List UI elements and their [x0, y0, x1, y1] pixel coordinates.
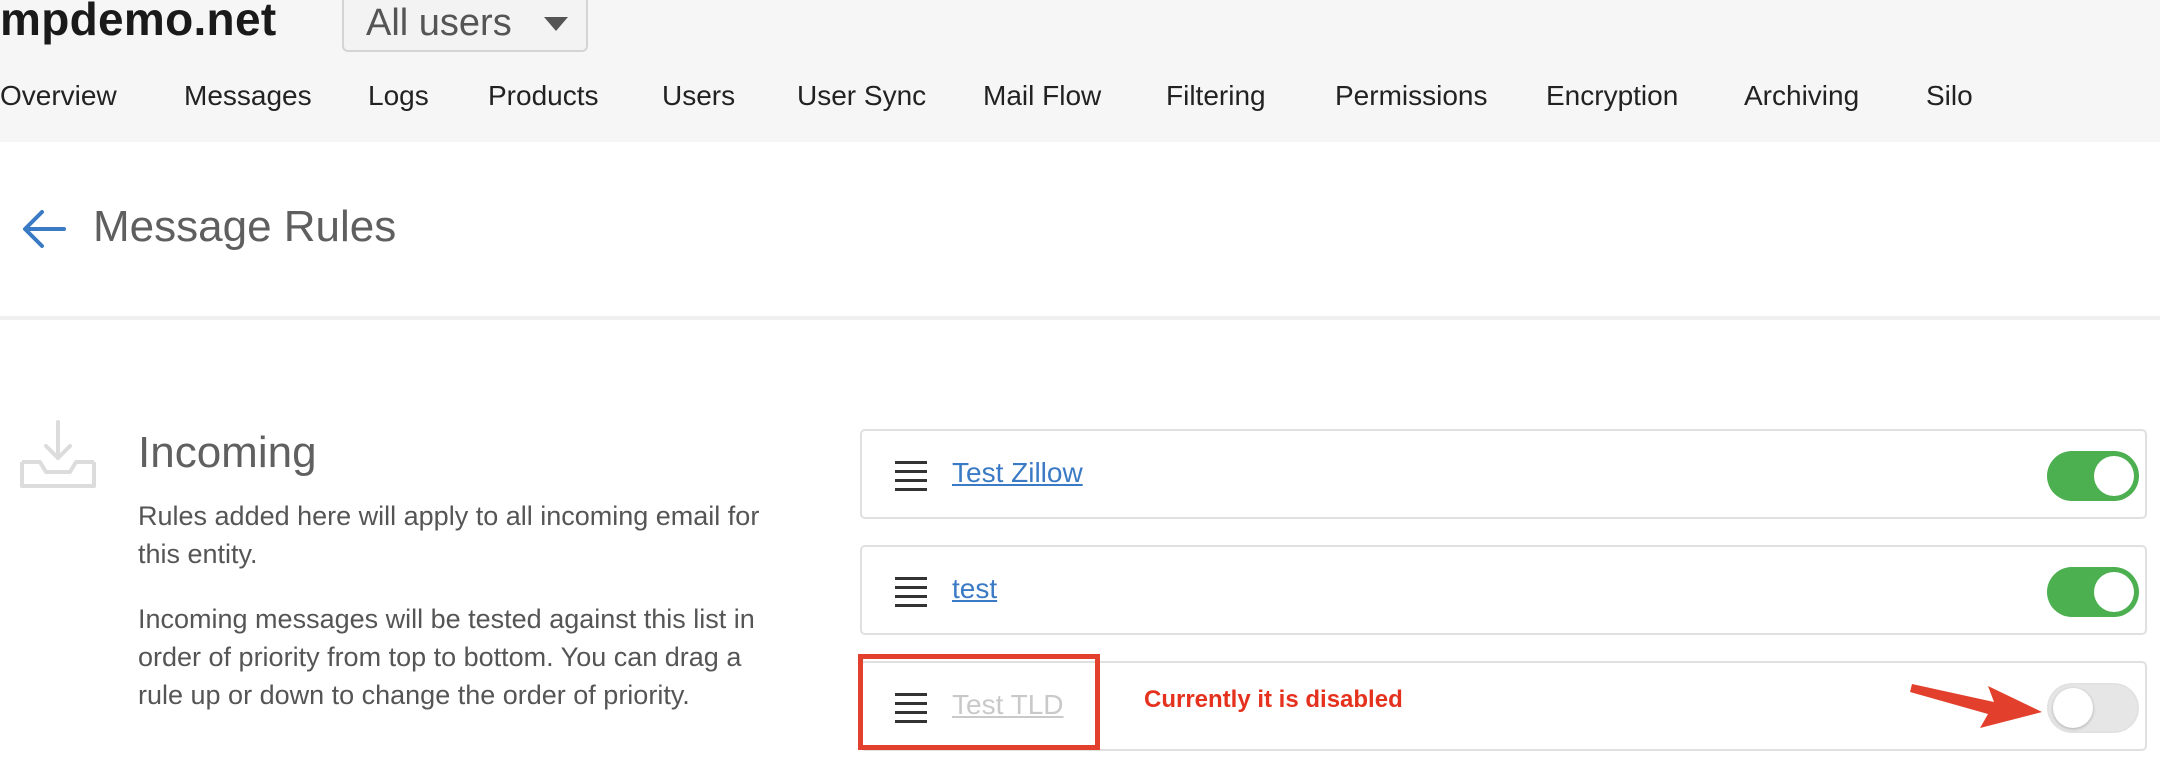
- rule-name-link[interactable]: Test Zillow: [952, 457, 1083, 489]
- nav-item-permissions[interactable]: Permissions: [1335, 80, 1487, 112]
- incoming-description: Rules added here will apply to all incom…: [138, 501, 760, 569]
- nav-item-products[interactable]: Products: [488, 80, 599, 112]
- toggle-knob: [2094, 456, 2134, 496]
- inbox-download-icon: [20, 420, 96, 488]
- rule-enabled-toggle[interactable]: [2047, 683, 2139, 733]
- drag-handle-icon[interactable]: [895, 577, 927, 607]
- title-bar: Message Rules: [0, 142, 2160, 320]
- rule-row[interactable]: Test Zillow: [860, 429, 2147, 519]
- rule-name-link[interactable]: test: [952, 573, 997, 605]
- site-name: mpdemo.net: [0, 0, 277, 45]
- page-title: Message Rules: [93, 202, 397, 251]
- nav-item-logs[interactable]: Logs: [368, 80, 429, 112]
- page: mpdemo.net All users Overview Messages L…: [0, 0, 2160, 772]
- nav-item-encryption[interactable]: Encryption: [1546, 80, 1678, 112]
- chevron-down-icon: [544, 17, 568, 31]
- drag-handle-icon[interactable]: [895, 461, 927, 491]
- nav-item-archiving[interactable]: Archiving: [1744, 80, 1859, 112]
- nav-item-users[interactable]: Users: [662, 80, 735, 112]
- incoming-priority-description: Incoming messages will be tested against…: [138, 604, 755, 710]
- nav-item-overview[interactable]: Overview: [0, 80, 117, 112]
- scope-dropdown-value: All users: [366, 2, 512, 44]
- scope-dropdown[interactable]: All users: [342, 0, 588, 52]
- nav-item-filtering[interactable]: Filtering: [1166, 80, 1266, 112]
- annotation-highlight-box: [858, 654, 1100, 750]
- toggle-knob: [2053, 688, 2093, 728]
- rule-row[interactable]: test: [860, 545, 2147, 635]
- incoming-heading: Incoming: [138, 428, 317, 477]
- rule-enabled-toggle[interactable]: [2047, 451, 2139, 501]
- back-arrow-icon[interactable]: [20, 204, 70, 254]
- nav-item-messages[interactable]: Messages: [184, 80, 312, 112]
- toggle-knob: [2094, 572, 2134, 612]
- annotation-arrow-icon: [1910, 684, 2042, 728]
- nav-item-silo[interactable]: Silo: [1926, 80, 1973, 112]
- rule-enabled-toggle[interactable]: [2047, 567, 2139, 617]
- top-header: mpdemo.net All users Overview Messages L…: [0, 0, 2160, 142]
- annotation-label: Currently it is disabled: [1144, 686, 1403, 713]
- nav-item-user-sync[interactable]: User Sync: [797, 80, 926, 112]
- nav-item-mail-flow[interactable]: Mail Flow: [983, 80, 1101, 112]
